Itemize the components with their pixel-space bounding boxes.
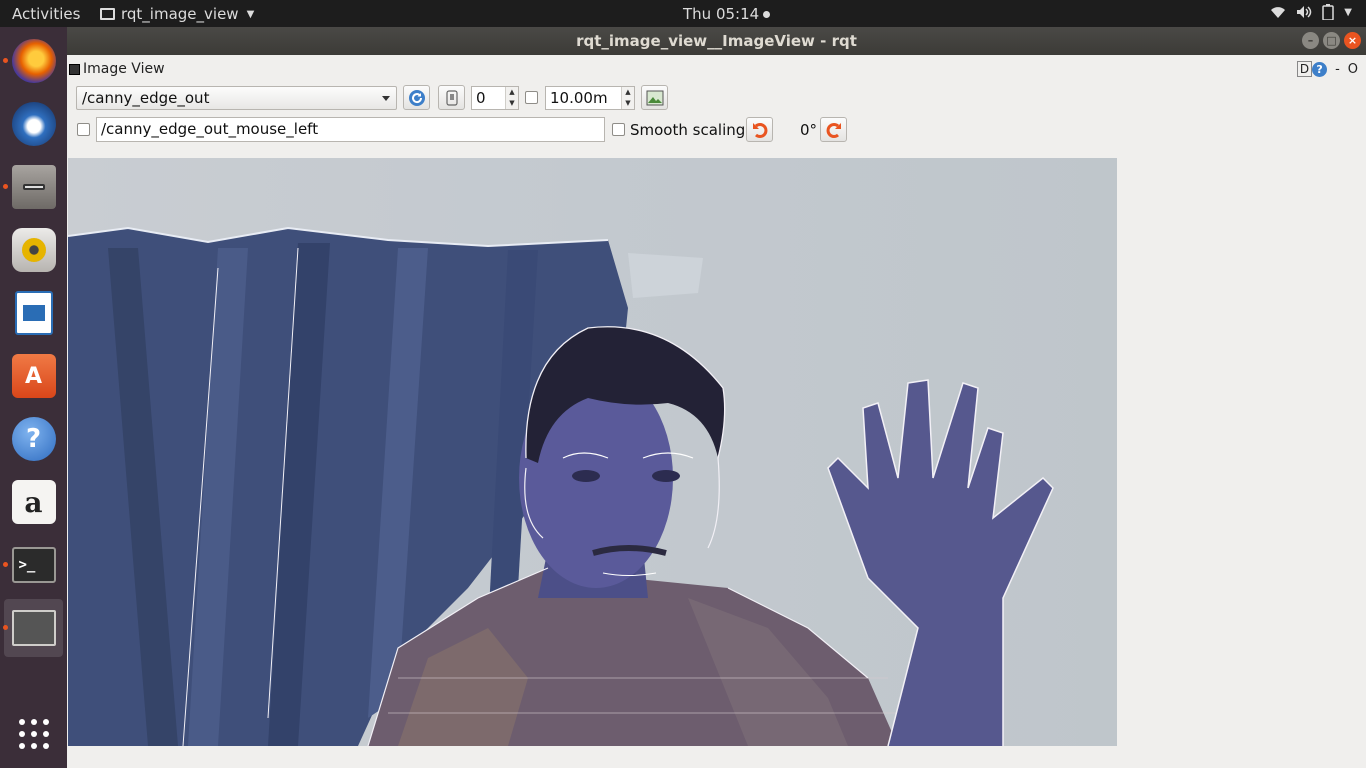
- show-applications-button[interactable]: [4, 705, 63, 763]
- software-icon: A: [11, 354, 56, 398]
- topic-select-value: /canny_edge_out: [82, 89, 210, 107]
- help-icon[interactable]: ?: [1312, 61, 1328, 77]
- rate-spinbox[interactable]: 10.00m ▲ ▼: [545, 86, 635, 110]
- writer-icon: [14, 291, 53, 335]
- rotate-left-icon: [752, 122, 767, 138]
- dock-item-rqt[interactable]: [3, 599, 63, 657]
- dock-help-d-button[interactable]: D: [1296, 61, 1313, 77]
- window-icon: [100, 8, 115, 20]
- app-grid-icon: [18, 719, 49, 749]
- mouse-topic-value: /canny_edge_out_mouse_left: [101, 120, 319, 138]
- mouse-publish-checkbox[interactable]: [77, 123, 90, 136]
- camera-frame: [68, 226, 1054, 746]
- chevron-down-icon: ▼: [1344, 6, 1352, 18]
- plugin-close-button[interactable]: O: [1348, 62, 1358, 77]
- dock-widget-icon: [69, 63, 80, 75]
- zoom-spinbox[interactable]: 0 ▲ ▼: [471, 86, 519, 110]
- notification-dot: [763, 11, 771, 18]
- system-tray[interactable]: ▼: [1270, 4, 1352, 20]
- dock: A ? a >_: [0, 27, 67, 768]
- rate-checkbox[interactable]: [525, 91, 538, 104]
- rotate-right-icon: [826, 122, 841, 138]
- window-titlebar[interactable]: rqt_image_view__ImageView - rqt – □ ×: [67, 27, 1366, 55]
- terminal-icon: >_: [11, 547, 56, 583]
- dock-item-thunderbird[interactable]: [4, 95, 63, 153]
- spin-arrows[interactable]: ▲ ▼: [621, 87, 634, 109]
- battery-icon: [1322, 4, 1335, 20]
- dock-item-terminal[interactable]: >_: [3, 536, 63, 594]
- help-icon: ?: [11, 417, 56, 461]
- clock[interactable]: Thu 05:14: [683, 5, 771, 23]
- chevron-down-icon: [382, 96, 390, 101]
- clock-label: Thu 05:14: [683, 5, 760, 23]
- amazon-icon: a: [11, 480, 56, 524]
- app-menu-label: rqt_image_view: [121, 5, 239, 23]
- zoom-icon: [445, 89, 458, 106]
- image-display[interactable]: [68, 158, 1117, 746]
- refresh-icon: [408, 89, 425, 106]
- plugin-title: Image View: [83, 61, 165, 77]
- plugin-header: Image View: [69, 61, 165, 77]
- files-icon: [11, 165, 56, 209]
- zoom-spinbox-value: 0: [476, 89, 486, 107]
- zoom-fit-button[interactable]: [438, 85, 465, 110]
- top-bar: Activities rqt_image_view ▼ Thu 05:14 ▼: [0, 0, 1366, 27]
- rate-spinbox-value: 10.00m: [550, 89, 608, 107]
- refresh-topics-button[interactable]: [403, 85, 430, 110]
- dock-item-writer[interactable]: [4, 284, 63, 342]
- save-image-icon: [646, 90, 663, 105]
- dock-item-files[interactable]: [3, 158, 63, 216]
- topic-select[interactable]: /canny_edge_out: [76, 86, 397, 110]
- maximize-button[interactable]: □: [1323, 32, 1340, 49]
- close-button[interactable]: ×: [1344, 32, 1361, 49]
- running-indicator: [3, 625, 8, 630]
- running-indicator: [3, 58, 8, 63]
- app-menu[interactable]: rqt_image_view ▼: [100, 5, 254, 23]
- firefox-icon: [11, 39, 56, 83]
- smooth-scaling-checkbox[interactable]: [612, 123, 625, 136]
- rotate-right-button[interactable]: [820, 117, 847, 142]
- window-icon: [11, 610, 56, 646]
- wifi-icon: [1271, 7, 1286, 18]
- dock-item-firefox[interactable]: [3, 32, 63, 90]
- dock-item-software[interactable]: A: [4, 347, 63, 405]
- activities-button[interactable]: Activities: [12, 5, 80, 23]
- plugin-controls: D ? - O: [1296, 61, 1358, 77]
- plugin-minimize-button[interactable]: -: [1335, 62, 1340, 77]
- dock-item-help[interactable]: ?: [4, 410, 63, 468]
- smooth-scaling-label: Smooth scaling: [630, 121, 746, 139]
- volume-icon: [1297, 6, 1312, 18]
- dock-item-rhythmbox[interactable]: [4, 221, 63, 279]
- mouse-topic-field[interactable]: /canny_edge_out_mouse_left: [96, 117, 605, 142]
- chevron-down-icon: ▼: [246, 8, 255, 20]
- window-title: rqt_image_view__ImageView - rqt: [576, 32, 857, 50]
- running-indicator: [3, 562, 8, 567]
- dock-item-amazon[interactable]: a: [4, 473, 63, 531]
- rotation-label: 0°: [800, 121, 818, 139]
- save-image-button[interactable]: [641, 85, 668, 110]
- spin-arrows[interactable]: ▲ ▼: [505, 87, 518, 109]
- thunderbird-icon: [11, 102, 56, 146]
- rotate-left-button[interactable]: [746, 117, 773, 142]
- running-indicator: [3, 184, 8, 189]
- minimize-button[interactable]: –: [1302, 32, 1319, 49]
- rhythmbox-icon: [11, 228, 56, 272]
- plugin-content: Image View D ? - O /canny_edge_out 0 ▲ ▼ …: [67, 55, 1366, 768]
